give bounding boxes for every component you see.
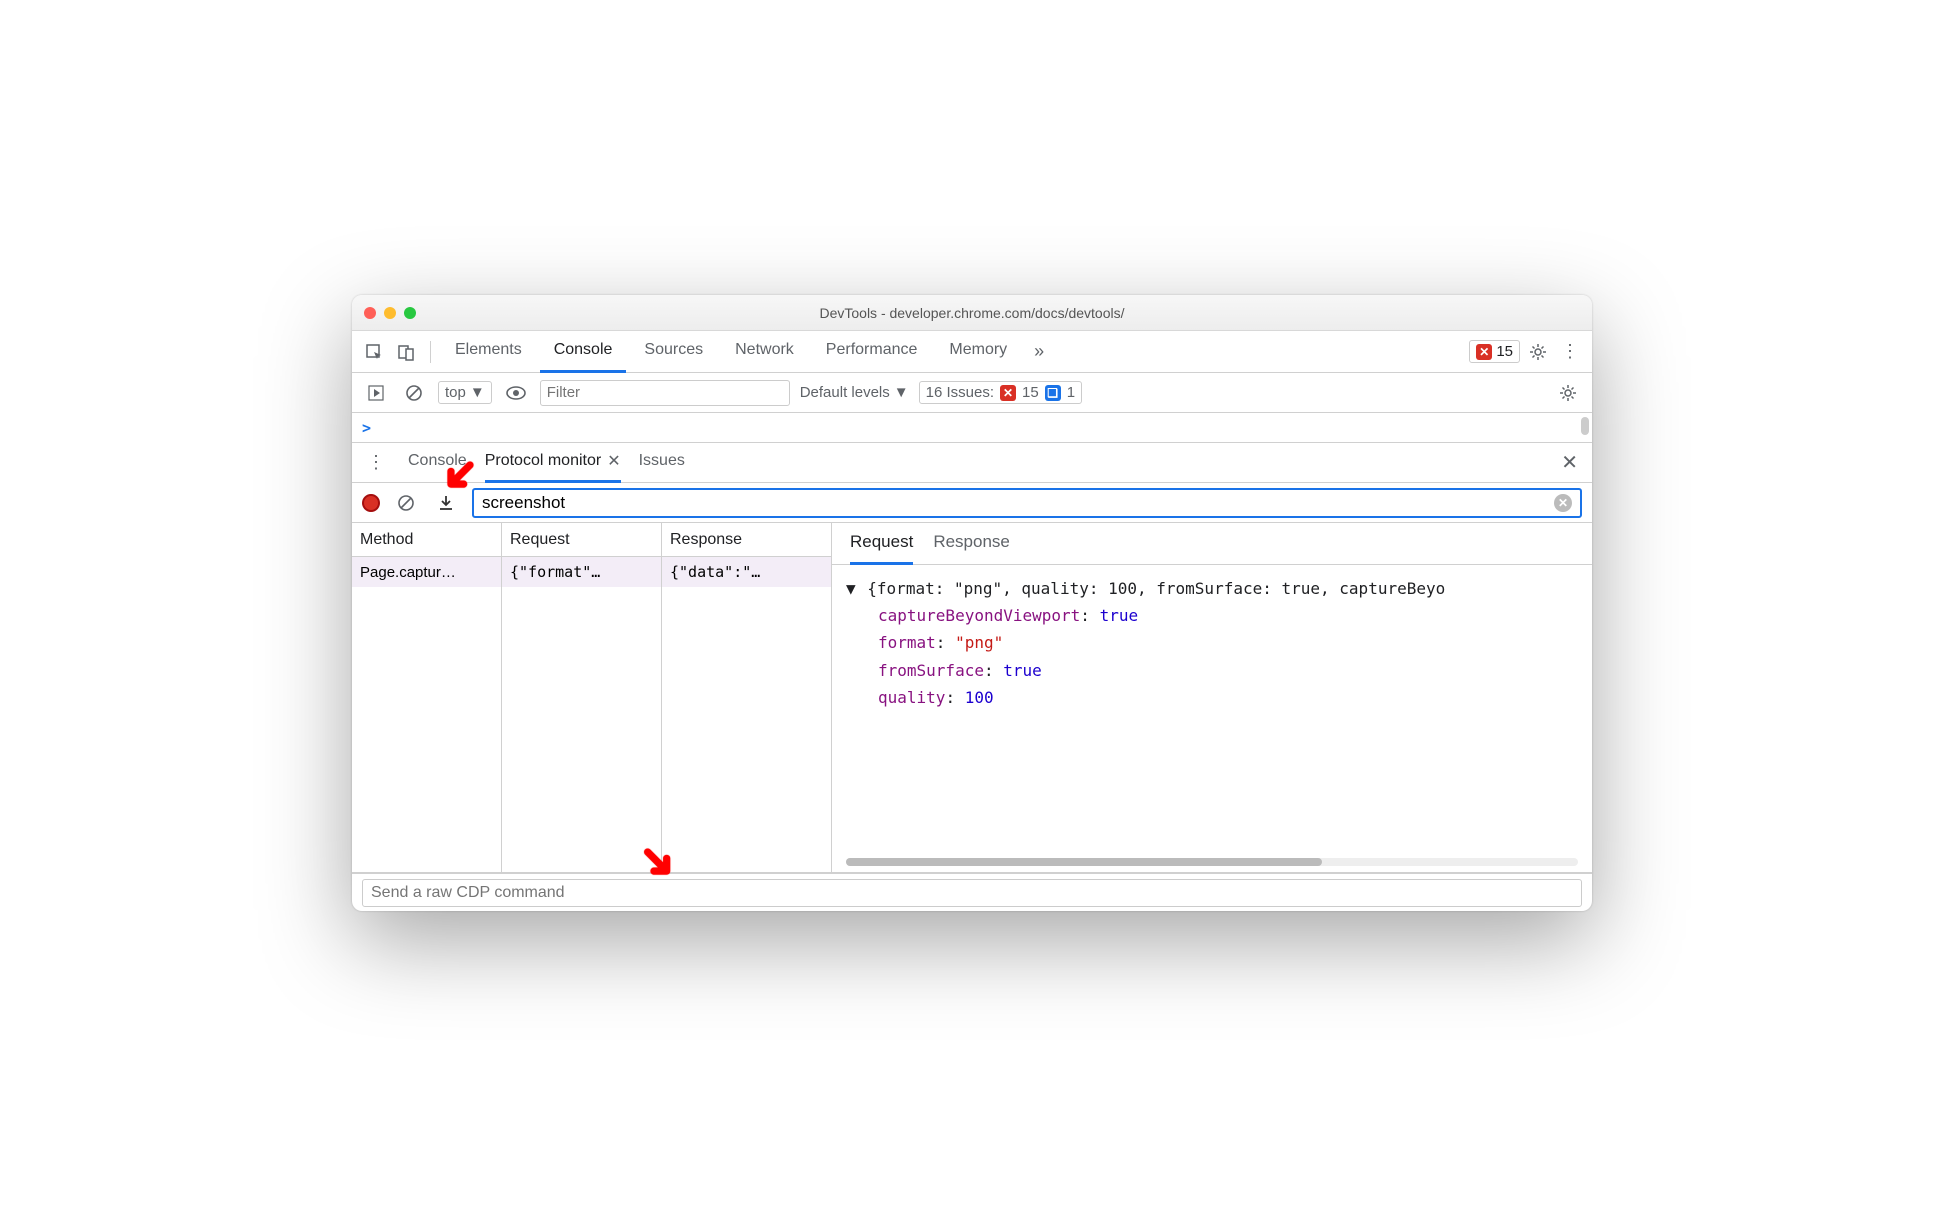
tab-elements[interactable]: Elements [441,331,536,373]
table-cell-request[interactable]: {"format"… [502,557,661,587]
device-toolbar-icon[interactable] [392,338,420,366]
levels-label: Default levels [800,384,890,401]
json-viewer: ▼ {format: "png", quality: 100, fromSurf… [832,565,1592,872]
issues-error-count: 15 [1022,384,1039,401]
drawer-tab-label: Protocol monitor [485,452,602,470]
protocol-detail-pane: Request Response ▼ {format: "png", quali… [832,523,1592,872]
tab-memory[interactable]: Memory [935,331,1021,373]
json-row[interactable]: ▼ {format: "png", quality: 100, fromSurf… [846,575,1578,602]
scrollbar-thumb[interactable] [1581,417,1589,435]
error-icon: ✕ [1000,385,1016,401]
prompt-chevron-icon: > [362,419,371,437]
drawer-tab-issues[interactable]: Issues [639,443,685,483]
json-property-row[interactable]: fromSurface: true [846,657,1578,684]
console-settings-icon[interactable] [1554,379,1582,407]
protocol-table: Method Page.captur… Request {"format"… R… [352,523,832,872]
log-levels-selector[interactable]: Default levels ▼ [800,384,909,401]
drawer-tabbar: ⋮ Console Protocol monitor ✕ Issues ✕ [352,443,1592,483]
detail-tabbar: Request Response [832,523,1592,565]
chevron-down-icon: ▼ [470,384,485,401]
json-header-text: {format: "png", quality: 100, fromSurfac… [867,579,1445,598]
live-expression-icon[interactable] [502,379,530,407]
tab-sources[interactable]: Sources [630,331,717,373]
more-tabs-icon[interactable]: » [1025,338,1053,366]
window-title: DevTools - developer.chrome.com/docs/dev… [352,305,1592,321]
info-icon: ❏ [1045,385,1061,401]
close-tab-icon[interactable]: ✕ [607,451,620,471]
protocol-body: Method Page.captur… Request {"format"… R… [352,523,1592,873]
detail-tab-request[interactable]: Request [850,523,913,565]
drawer-tab-label: Console [408,452,467,470]
titlebar: DevTools - developer.chrome.com/docs/dev… [352,295,1592,331]
scrollbar-thumb[interactable] [846,858,1322,866]
drawer-tab-console[interactable]: Console [408,443,467,483]
json-property-row[interactable]: captureBeyondViewport: true [846,602,1578,629]
drawer-menu-icon[interactable]: ⋮ [362,449,390,477]
tab-console[interactable]: Console [540,331,627,373]
drawer-tab-label: Issues [639,452,685,470]
chevron-down-icon: ▼ [894,384,909,401]
error-icon: ✕ [1476,344,1492,360]
tab-network[interactable]: Network [721,331,808,373]
protocol-toolbar: screenshot ✕ ➜ [352,483,1592,523]
issues-label: 16 Issues: [926,384,994,401]
clear-log-icon[interactable] [392,489,420,517]
cdp-command-bar: ➜ [352,873,1592,911]
table-cell-method[interactable]: Page.captur… [352,557,501,587]
devtools-window: DevTools - developer.chrome.com/docs/dev… [352,295,1592,911]
filter-input[interactable] [540,380,790,406]
col-header-response[interactable]: Response [662,523,831,557]
settings-icon[interactable] [1524,338,1552,366]
error-count-badge[interactable]: ✕ 15 [1469,340,1520,363]
filter-value: screenshot [482,493,565,513]
cdp-command-input[interactable] [362,879,1582,907]
record-button[interactable] [362,494,380,512]
execute-icon[interactable] [362,379,390,407]
horizontal-scrollbar[interactable] [846,858,1578,866]
json-property-row[interactable]: quality: 100 [846,684,1578,711]
expand-caret-icon[interactable]: ▼ [846,579,856,598]
main-tabbar: Elements Console Sources Network Perform… [352,331,1592,373]
protocol-filter-input[interactable]: screenshot ✕ [472,488,1582,518]
save-log-icon[interactable] [432,489,460,517]
json-property-row[interactable]: format: "png" [846,629,1578,656]
context-selector[interactable]: top ▼ [438,381,492,404]
close-drawer-icon[interactable]: ✕ [1561,450,1578,475]
issues-info-count: 1 [1067,384,1075,401]
kebab-menu-icon[interactable]: ⋮ [1556,338,1584,366]
clear-filter-icon[interactable]: ✕ [1554,494,1572,512]
detail-tab-response[interactable]: Response [933,523,1010,565]
console-toolbar: top ▼ Default levels ▼ 16 Issues: ✕ 15 ❏… [352,373,1592,413]
console-prompt[interactable]: > [352,413,1592,443]
col-header-request[interactable]: Request [502,523,661,557]
tab-performance[interactable]: Performance [812,331,932,373]
drawer-tab-protocol-monitor[interactable]: Protocol monitor ✕ [485,443,621,483]
col-header-method[interactable]: Method [352,523,501,557]
inspect-element-icon[interactable] [360,338,388,366]
error-count-value: 15 [1496,343,1513,360]
clear-console-icon[interactable] [400,379,428,407]
context-label: top [445,384,466,401]
table-cell-response[interactable]: {"data":"… [662,557,831,587]
divider [430,341,431,363]
issues-summary[interactable]: 16 Issues: ✕ 15 ❏ 1 [919,381,1082,404]
